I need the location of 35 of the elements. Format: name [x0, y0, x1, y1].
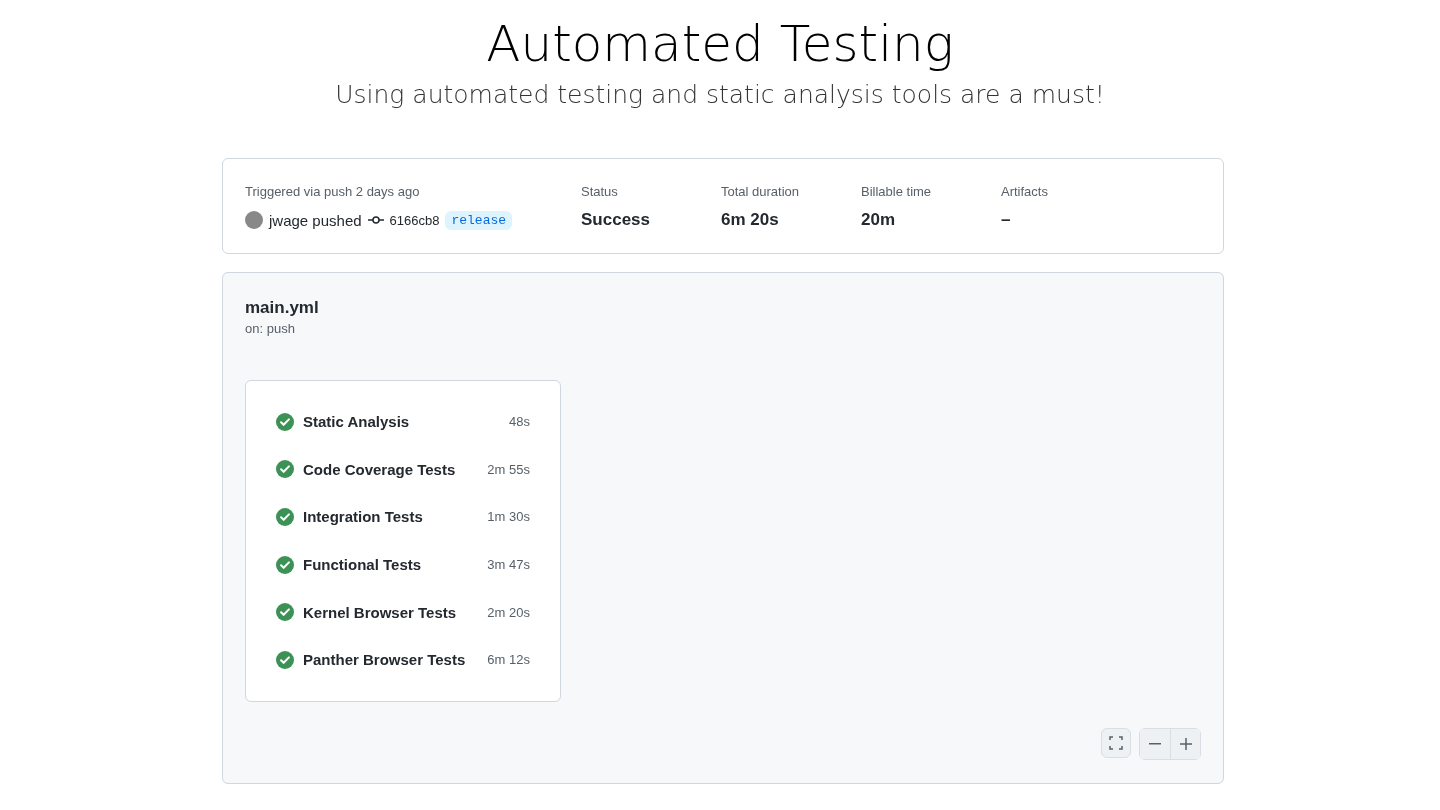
- job-duration: 2m 20s: [487, 604, 530, 620]
- job-name[interactable]: Code Coverage Tests: [303, 460, 488, 478]
- stat-value: –: [1001, 209, 1012, 231]
- job-name[interactable]: Kernel Browser Tests: [303, 603, 488, 621]
- avatar-icon: [245, 211, 263, 229]
- job-duration: 48s: [509, 414, 530, 430]
- fullscreen-button[interactable]: [1101, 728, 1131, 758]
- commit-link[interactable]: 6166cb8: [389, 212, 440, 228]
- stat-value: 6m 20s: [721, 209, 780, 231]
- job-name[interactable]: Static Analysis: [303, 413, 510, 431]
- branch-label[interactable]: release: [445, 210, 513, 230]
- zoom-in-button[interactable]: [1170, 729, 1200, 759]
- stat-label: Billable time: [861, 183, 933, 201]
- job-name[interactable]: Functional Tests: [303, 556, 488, 574]
- stat-value: Success: [581, 209, 651, 231]
- stat-label: Artifacts: [1001, 183, 1049, 201]
- trigger-text: Triggered via push 2 days ago: [245, 183, 421, 201]
- workflow-title[interactable]: main.yml: [245, 297, 1201, 319]
- job-name[interactable]: Integration Tests: [303, 508, 488, 526]
- stat-label: Status: [581, 183, 619, 201]
- job-duration: 2m 55s: [487, 461, 530, 477]
- plus-icon: [1177, 736, 1194, 752]
- slide-subtitle: Using automated testing and static analysis tools are a must!: [335, 79, 1105, 111]
- commit-icon: [367, 215, 384, 225]
- minus-icon: [1149, 743, 1161, 745]
- fullscreen-icon: [1108, 735, 1124, 751]
- slide-title: Automated Testing: [486, 14, 954, 74]
- workflow-trigger: on: push: [245, 321, 296, 336]
- stat-value: 20m: [861, 209, 897, 231]
- job-name[interactable]: Panther Browser Tests: [303, 651, 488, 669]
- job-duration: 6m 12s: [487, 652, 530, 668]
- job-duration: 3m 47s: [487, 557, 530, 573]
- actor-text: jwage pushed: [269, 211, 362, 229]
- stat-label: Total duration: [721, 183, 801, 201]
- job-duration: 1m 30s: [487, 509, 530, 525]
